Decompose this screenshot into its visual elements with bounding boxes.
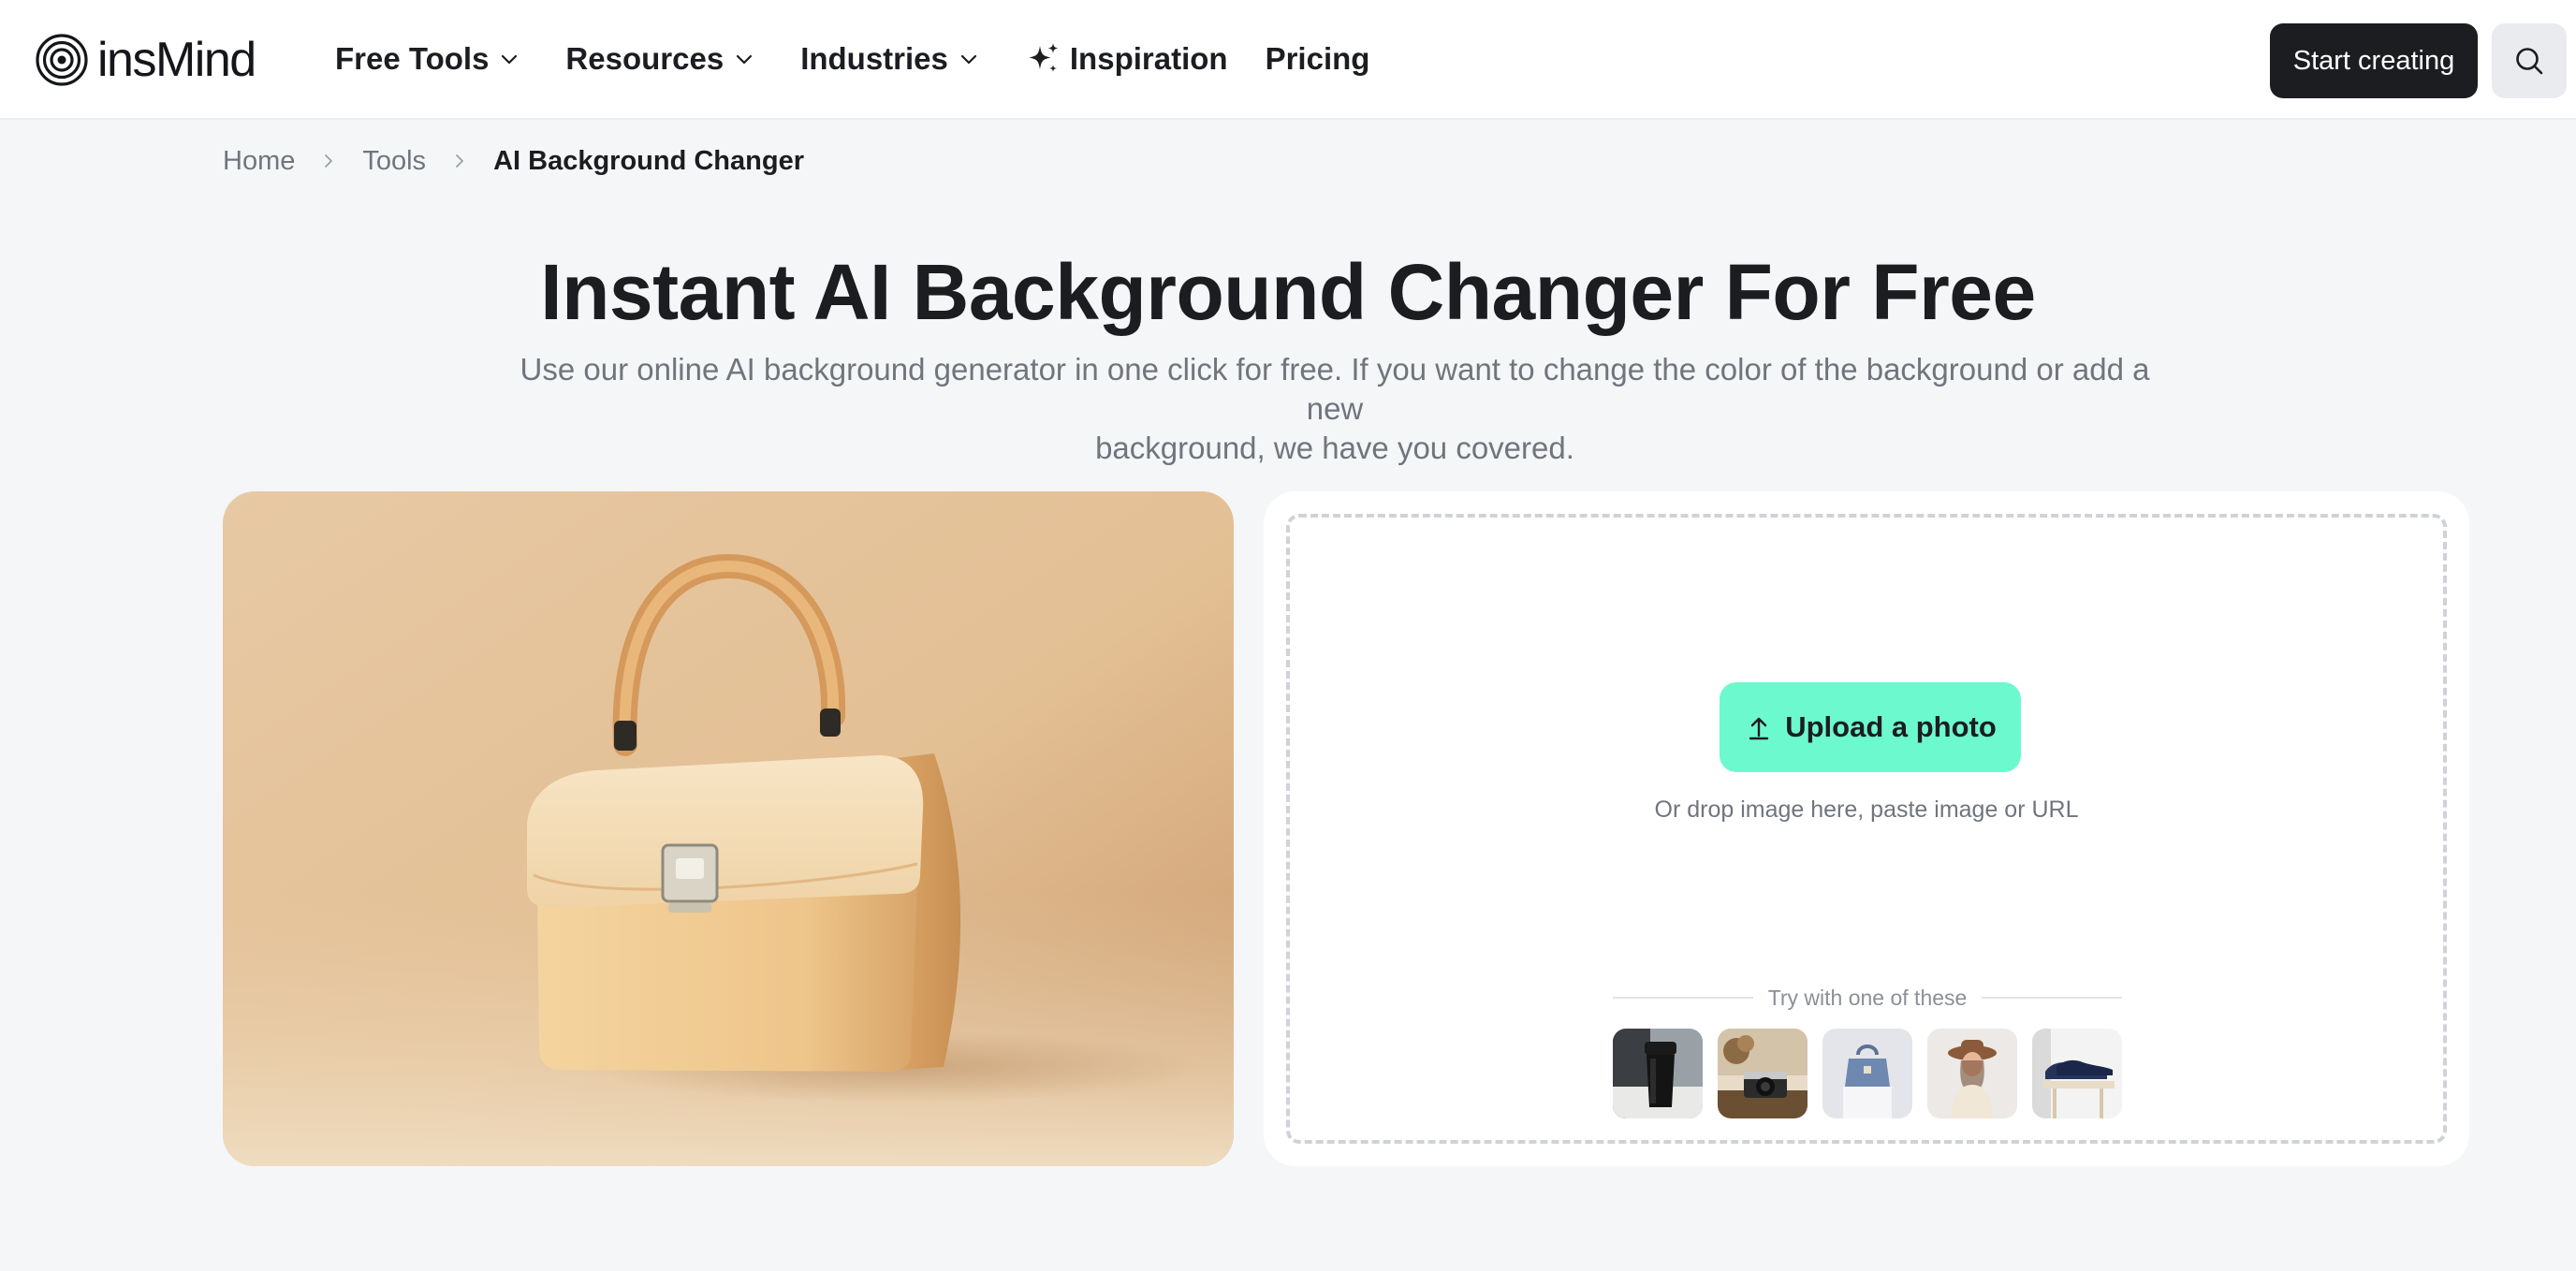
nav-inspiration-label: Inspiration <box>1069 41 1228 76</box>
try-samples-label: Try with one of these <box>1767 985 1968 1010</box>
chevron-down-icon <box>502 54 518 65</box>
breadcrumb-home[interactable]: Home <box>223 146 295 177</box>
chevron-right-icon <box>325 154 333 168</box>
start-creating-label: Start creating <box>2292 45 2455 76</box>
start-creating-button[interactable]: Start creating <box>2270 23 2478 98</box>
nav-pricing-label: Pricing <box>1265 41 1370 76</box>
divider-line-left <box>1613 997 1753 999</box>
insmind-logo-icon <box>36 34 88 86</box>
page-subtitle-line-2: background, we have you covered. <box>1095 431 1574 465</box>
sample-thumbnails <box>1613 1029 2122 1118</box>
nav-resources[interactable]: Resources <box>565 36 755 82</box>
chevron-down-icon <box>960 54 976 65</box>
sample-thumb-woman-hat[interactable] <box>1927 1029 2017 1118</box>
nav-pricing[interactable]: Pricing <box>1266 36 1370 82</box>
nav-inspiration[interactable]: Inspiration <box>1025 36 1228 82</box>
top-navigation-bar: insMind Free Tools Resources Industries <box>0 0 2576 120</box>
page-subtitle-line-1: Use our online AI background generator i… <box>520 352 2150 426</box>
main-nav: Free Tools Resources Industries Inspirat… <box>335 36 1369 82</box>
chevron-down-icon <box>737 54 753 65</box>
image-drop-zone[interactable]: Upload a photo Or drop image here, paste… <box>1286 514 2447 1144</box>
sample-thumb-blue-bag[interactable] <box>1822 1029 1912 1118</box>
try-samples-divider: Try with one of these <box>1613 984 2123 1012</box>
breadcrumb-current: AI Background Changer <box>493 145 804 176</box>
sample-handbag-image <box>223 491 1234 1166</box>
drop-hint-text: Or drop image here, paste image or URL <box>1654 796 2079 823</box>
chevron-right-icon <box>456 154 463 168</box>
brand-name: insMind <box>97 33 256 87</box>
upload-photo-button[interactable]: Upload a photo <box>1720 682 2021 772</box>
sample-thumb-camera[interactable] <box>1718 1029 1808 1118</box>
nav-free-tools[interactable]: Free Tools <box>335 36 520 82</box>
nav-free-tools-label: Free Tools <box>335 41 490 76</box>
upload-arrow-icon <box>1749 717 1769 740</box>
sample-thumb-shoes[interactable] <box>2032 1029 2122 1118</box>
nav-industries-label: Industries <box>800 41 948 76</box>
sample-thumb-tumbler[interactable] <box>1613 1029 1703 1118</box>
breadcrumb-tools[interactable]: Tools <box>362 146 426 177</box>
search-icon <box>2516 48 2543 75</box>
brand-logo[interactable]: insMind <box>36 32 256 88</box>
page-subtitle: Use our online AI background generator i… <box>492 350 2177 468</box>
sparkle-icon <box>1028 43 1059 72</box>
upload-panel: Upload a photo Or drop image here, paste… <box>1264 491 2469 1166</box>
page-title: Instant AI Background Changer For Free <box>540 248 2036 336</box>
nav-resources-label: Resources <box>565 41 724 76</box>
breadcrumb: Home Tools AI Background Changer <box>223 142 804 180</box>
nav-industries[interactable]: Industries <box>800 36 980 82</box>
upload-photo-label: Upload a photo <box>1785 710 1997 743</box>
divider-line-right <box>1982 997 2123 999</box>
search-button[interactable] <box>2492 23 2567 98</box>
